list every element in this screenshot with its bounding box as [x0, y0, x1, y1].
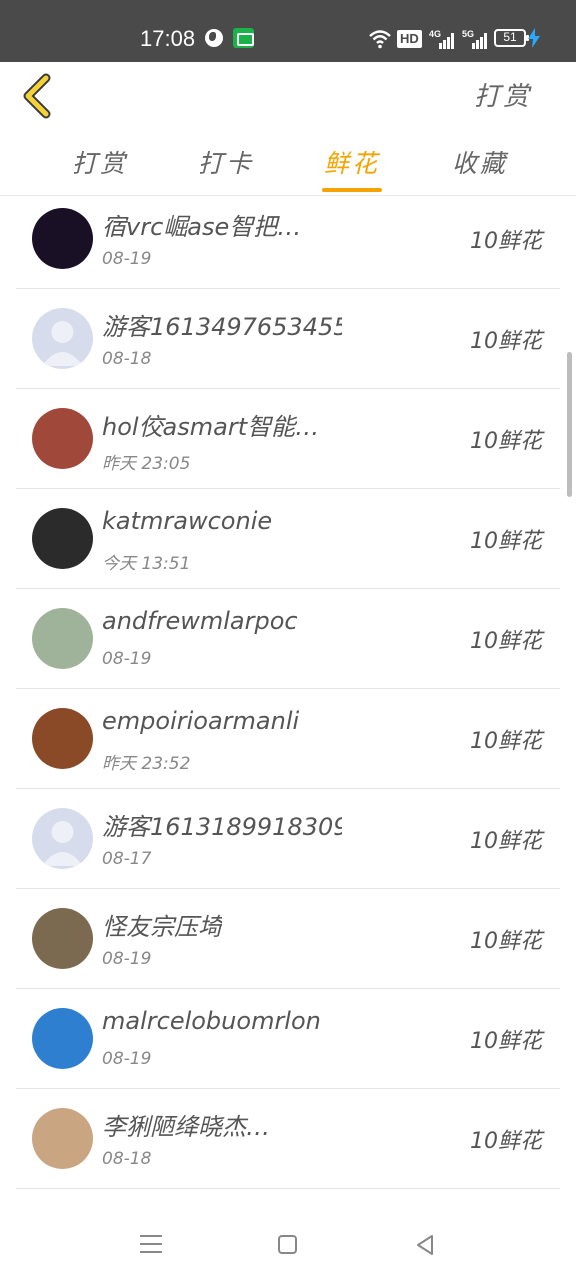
list-item-date: 08-19: [102, 949, 152, 969]
list-item-date: 08-17: [102, 849, 152, 869]
list-item[interactable]: malrcelobuomrlon 08-19 10鲜花: [16, 989, 560, 1089]
list-item-date: 今天 13:51: [102, 554, 191, 574]
tab-reward[interactable]: 打赏: [60, 144, 140, 180]
list-item-date: 昨天 23:05: [102, 454, 191, 474]
tab-flowers[interactable]: 鲜花: [312, 144, 392, 180]
tab-bar: 打赏 打卡 鲜花 收藏: [0, 130, 576, 196]
list-item-name: katmrawconie: [102, 507, 273, 535]
reward-button[interactable]: 打赏: [474, 76, 532, 113]
list-item-date: 08-19: [102, 1049, 152, 1069]
list-item[interactable]: 游客1613189918309 08-17 10鲜花: [16, 789, 560, 889]
list-item-amount: 10鲜花: [470, 629, 542, 654]
app-notification-icon: [233, 28, 254, 48]
signal-5g-icon: 5G: [462, 29, 490, 49]
list-item-amount: 10鲜花: [470, 729, 542, 754]
avatar[interactable]: [32, 708, 93, 769]
avatar[interactable]: [32, 908, 93, 969]
list-item[interactable]: 怪友宗压埼 08-19 10鲜花: [16, 889, 560, 989]
status-time: 17:08: [140, 26, 196, 51]
list-item[interactable]: katmrawconie 今天 13:51 10鲜花: [16, 489, 560, 589]
signal-4g-icon: 4G: [429, 29, 457, 49]
list-item-name: hol佼asmart智能…: [102, 413, 320, 441]
avatar[interactable]: [32, 308, 93, 369]
list-item-name: 宿vrc崛ase智把…: [102, 213, 302, 241]
list-item-amount: 10鲜花: [470, 529, 542, 554]
list-item[interactable]: hol佼asmart智能… 昨天 23:05 10鲜花: [16, 389, 560, 489]
back-chevron-icon[interactable]: [20, 72, 60, 120]
wifi-icon: [369, 30, 391, 49]
avatar[interactable]: [32, 608, 93, 669]
list-item[interactable]: 游客1613497653455 08-18 10鲜花: [16, 289, 560, 389]
list-item-name: 游客1613497653455: [102, 313, 342, 341]
tab-favorites[interactable]: 收藏: [440, 144, 520, 180]
list-item-amount: 10鲜花: [470, 429, 542, 454]
list-item[interactable]: andfrewmlarpoc 08-19 10鲜花: [16, 589, 560, 689]
list-item-name: 游客1613189918309: [102, 813, 342, 841]
scrollbar[interactable]: [567, 352, 572, 497]
list-item-amount: 10鲜花: [470, 229, 542, 254]
list-item-name: 李猁陋绛晓杰…: [102, 1113, 270, 1141]
list-item-amount: 10鲜花: [470, 829, 542, 854]
tab-checkin[interactable]: 打卡: [186, 144, 266, 180]
list-item[interactable]: 李猁陋绛晓杰… 08-18 10鲜花: [16, 1089, 560, 1189]
hd-badge: HD: [397, 30, 422, 48]
menu-icon[interactable]: [140, 1234, 162, 1254]
list-item-date: 08-18: [102, 349, 152, 369]
list-item[interactable]: empoirioarmanli 昨天 23:52 10鲜花: [16, 689, 560, 789]
avatar[interactable]: [32, 1008, 93, 1069]
system-nav-bar: [0, 1210, 576, 1280]
home-icon[interactable]: [278, 1235, 297, 1254]
avatar[interactable]: [32, 808, 93, 869]
status-bar: 17:08 HD 4G 5G 51: [0, 0, 576, 62]
list-item-date: 08-19: [102, 249, 152, 269]
battery-level: 51: [503, 30, 517, 44]
charging-bolt-icon: [528, 28, 540, 48]
avatar[interactable]: [32, 408, 93, 469]
list-item[interactable]: 宿vrc崛ase智把… 08-19 10鲜花: [16, 197, 560, 289]
list-item-name: empoirioarmanli: [102, 707, 300, 735]
avatar[interactable]: [32, 508, 93, 569]
list-item-amount: 10鲜花: [470, 929, 542, 954]
globe-icon: [205, 29, 223, 47]
list-item-date: 08-19: [102, 649, 152, 669]
nav-back-icon[interactable]: [415, 1234, 435, 1256]
avatar[interactable]: [32, 1108, 93, 1169]
battery-icon: 51: [494, 29, 529, 47]
list-item-name: andfrewmlarpoc: [102, 607, 298, 635]
list-item-date: 08-18: [102, 1149, 152, 1169]
list-item-name: 怪友宗压埼: [102, 913, 222, 941]
active-tab-indicator: [322, 188, 382, 192]
list-item-date: 昨天 23:52: [102, 754, 191, 774]
list-item-name: malrcelobuomrlon: [102, 1007, 321, 1035]
list-item-amount: 10鲜花: [470, 1129, 542, 1154]
list-item-amount: 10鲜花: [470, 1029, 542, 1054]
list-item-amount: 10鲜花: [470, 329, 542, 354]
avatar[interactable]: [32, 208, 93, 269]
gift-list: 宿vrc崛ase智把… 08-19 10鲜花 游客1613497653455 08-18…: [0, 197, 576, 1210]
